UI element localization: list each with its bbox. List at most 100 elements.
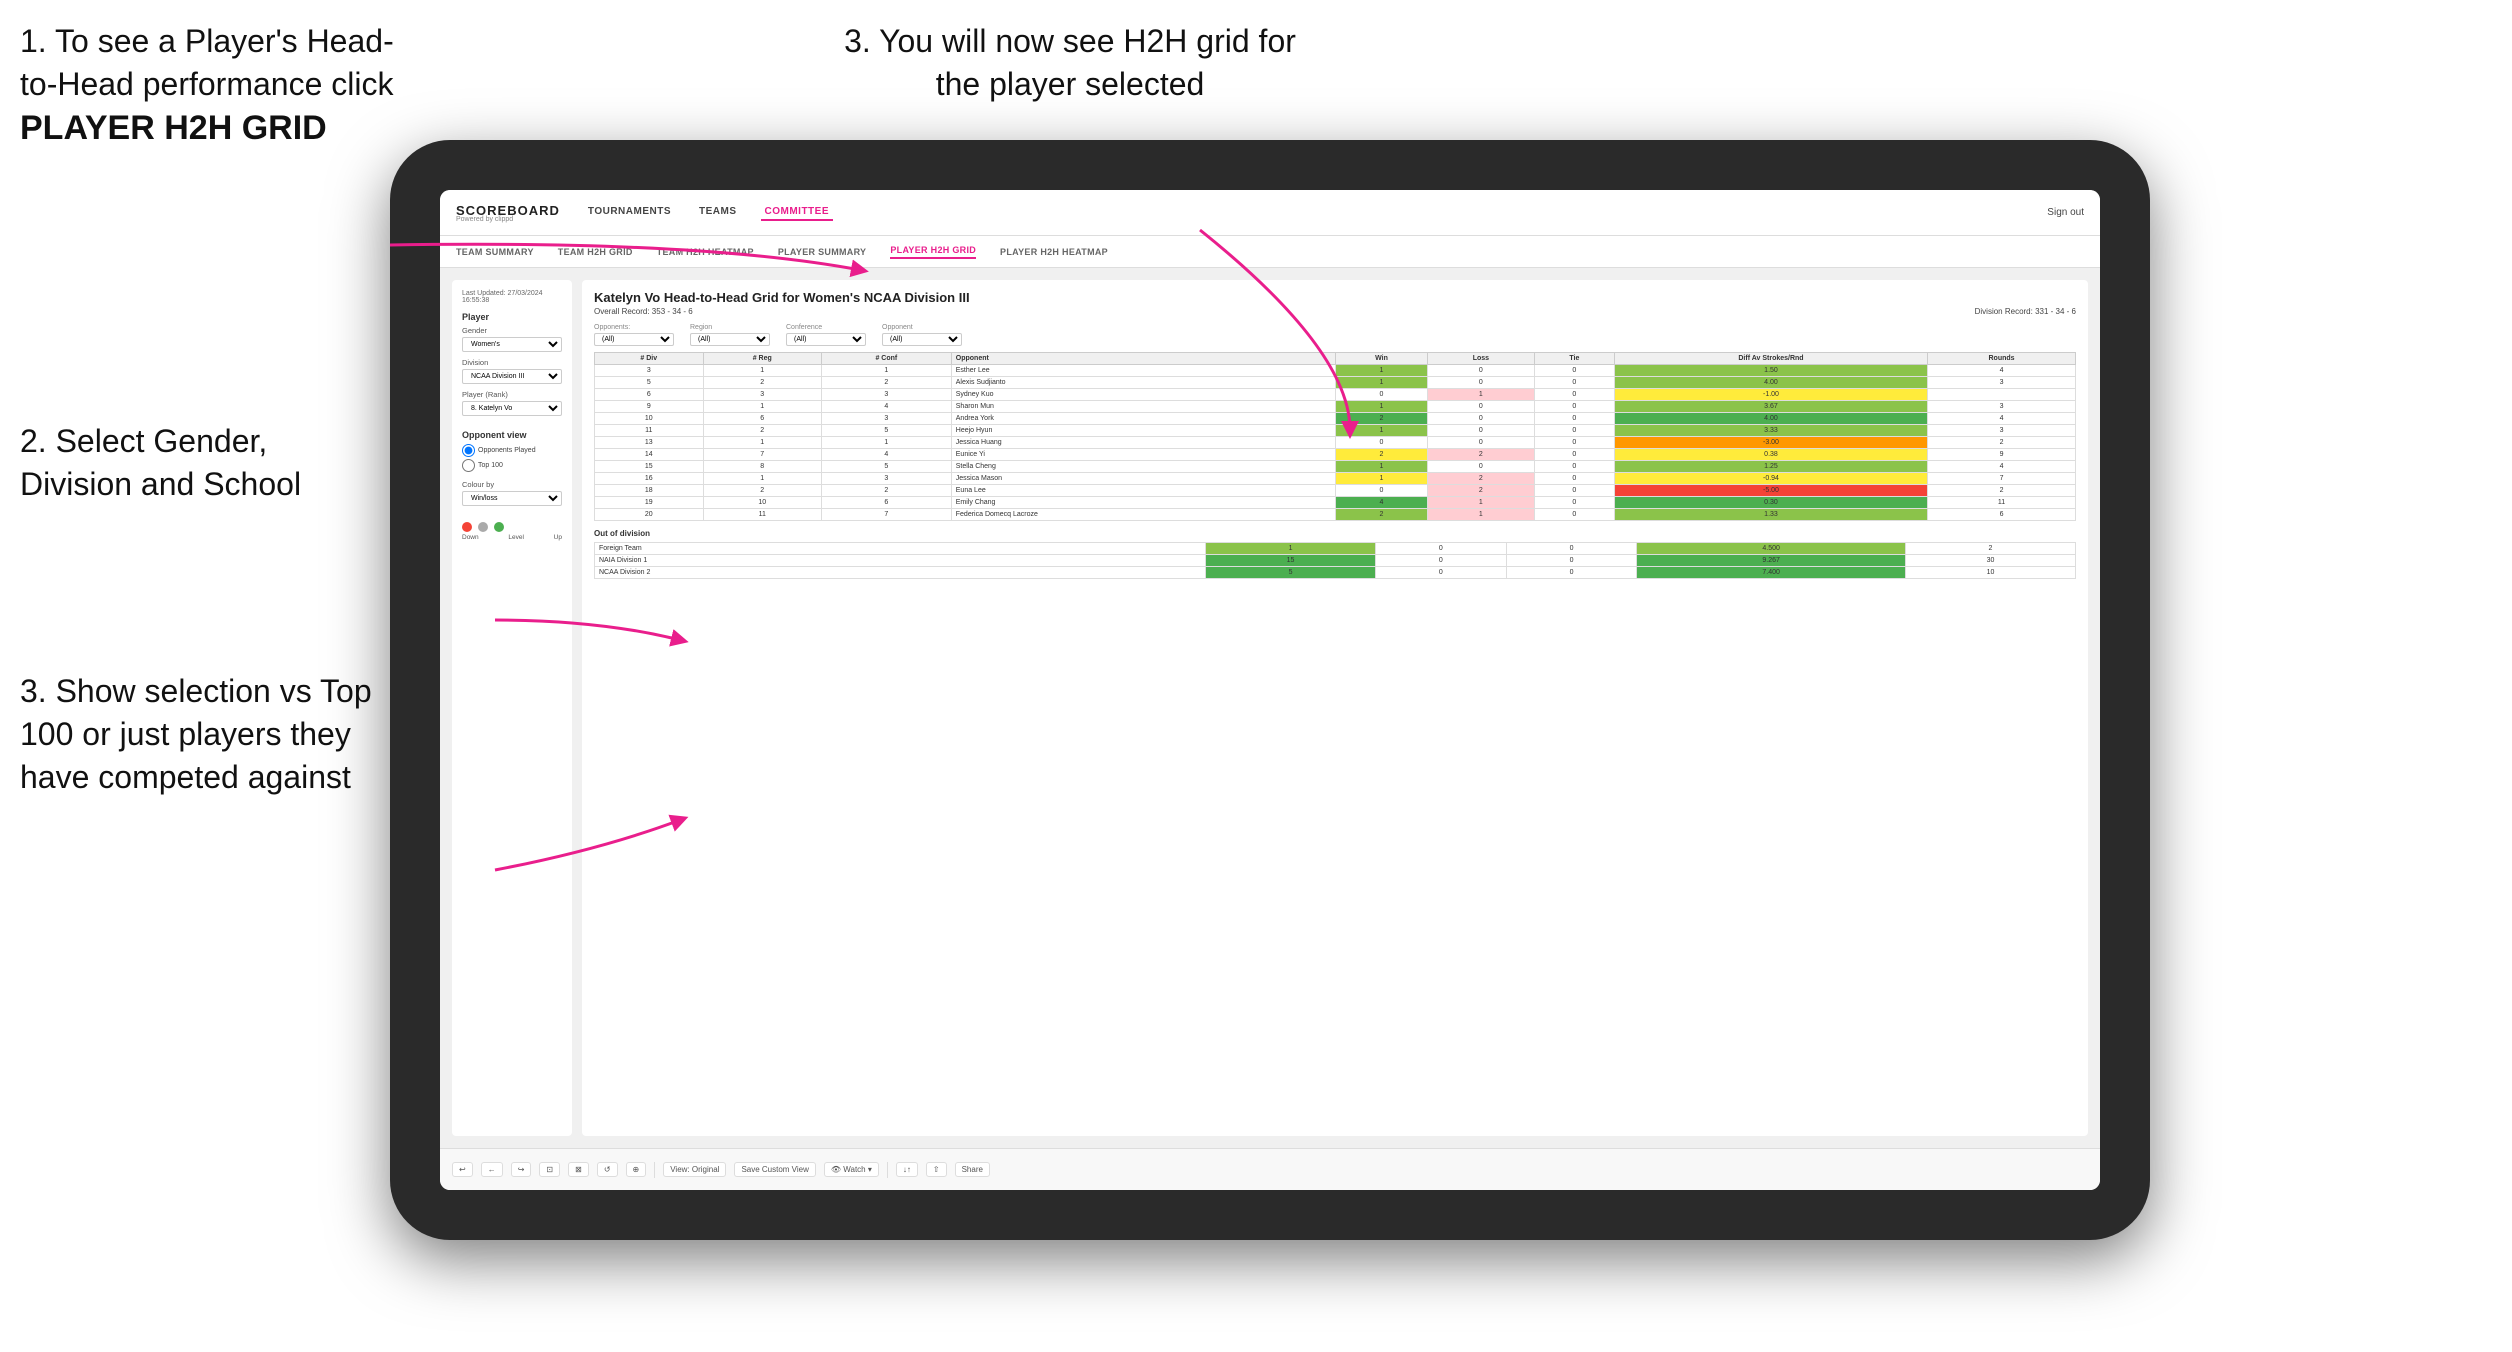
nav-items: TOURNAMENTS TEAMS COMMITTEE	[584, 204, 2047, 221]
table-row: 13	[595, 437, 704, 449]
tablet-screen: SCOREBOARD Powered by clippd TOURNAMENTS…	[440, 190, 2100, 1190]
filter-opponents-label: Opponents:	[594, 324, 674, 331]
left-sidebar: Last Updated: 27/03/2024 16:55:38 Player…	[452, 280, 572, 1136]
sidebar-gender-select[interactable]: Women's	[462, 337, 562, 352]
filter-opponent-label: Opponent	[882, 324, 962, 331]
col-conf: # Conf	[821, 353, 951, 365]
nav-teams[interactable]: TEAMS	[695, 204, 741, 221]
instruction-top-left: 1. To see a Player's Head-to-Head perfor…	[20, 20, 400, 152]
col-diff: Diff Av Strokes/Rnd	[1614, 353, 1927, 365]
toolbar-share[interactable]: Share	[955, 1162, 990, 1177]
overall-record: Overall Record: 353 - 34 - 6	[594, 307, 693, 316]
main-content: Last Updated: 27/03/2024 16:55:38 Player…	[440, 268, 2100, 1148]
table-row: 11	[595, 425, 704, 437]
toolbar-upload[interactable]: ⇧	[926, 1162, 947, 1177]
legend-dot-up	[494, 522, 504, 532]
sidebar-player-rank-label: Player (Rank)	[462, 390, 562, 399]
col-rounds: Rounds	[1928, 353, 2076, 365]
out-of-division-header: Out of division	[594, 529, 2076, 538]
top-nav: SCOREBOARD Powered by clippd TOURNAMENTS…	[440, 190, 2100, 236]
col-div: # Div	[595, 353, 704, 365]
sidebar-gender-label: Gender	[462, 326, 562, 335]
table-row: 18	[595, 485, 704, 497]
sidebar-timestamp: Last Updated: 27/03/2024 16:55:38	[462, 290, 562, 304]
nav-tournaments[interactable]: TOURNAMENTS	[584, 204, 675, 221]
toolbar-undo[interactable]: ↩	[452, 1162, 473, 1177]
tablet-frame: SCOREBOARD Powered by clippd TOURNAMENTS…	[390, 140, 2150, 1240]
table-row: 10	[595, 413, 704, 425]
toolbar-sort[interactable]: ↓↑	[896, 1162, 918, 1177]
table-row: 9	[595, 401, 704, 413]
legend-labels: Down Level Up	[462, 534, 562, 541]
toolbar-add[interactable]: ⊕	[626, 1162, 647, 1177]
h2h-table: # Div # Reg # Conf Opponent Win Loss Tie…	[594, 352, 2076, 521]
col-loss: Loss	[1427, 353, 1534, 365]
table-row: 5	[595, 377, 704, 389]
filter-conference-label: Conference	[786, 324, 866, 331]
filter-opponent-select[interactable]: (All)	[882, 333, 962, 346]
sec-nav-player-h2h-grid[interactable]: PLAYER H2H GRID	[890, 245, 976, 259]
instruction-mid-left: 2. Select Gender, Division and School	[20, 420, 380, 506]
sidebar-opponent-view-title: Opponent view	[462, 430, 562, 440]
sidebar-radio-top100[interactable]: Top 100	[462, 459, 562, 472]
sidebar-radio-opponents[interactable]: Opponents Played	[462, 444, 562, 457]
sidebar-player-title: Player	[462, 312, 562, 322]
instruction-bot-left: 3. Show selection vs Top 100 or just pla…	[20, 670, 380, 800]
sidebar-colour-select[interactable]: Win/loss	[462, 491, 562, 506]
col-win: Win	[1336, 353, 1428, 365]
filter-conference-select[interactable]: (All)	[786, 333, 866, 346]
col-opponent: Opponent	[951, 353, 1335, 365]
legend-dot-level	[478, 522, 488, 532]
records-row: Overall Record: 353 - 34 - 6 Division Re…	[594, 307, 2076, 316]
table-row: 15	[595, 461, 704, 473]
toolbar-save-custom[interactable]: Save Custom View	[734, 1162, 815, 1177]
nav-committee[interactable]: COMMITTEE	[761, 204, 834, 221]
filter-opponents: Opponents: (All)	[594, 324, 674, 346]
filter-row: Opponents: (All) Region (All) Conference…	[594, 324, 2076, 346]
out-of-division-table: Foreign Team 1 0 0 4.500 2 NAIA Division…	[594, 542, 2076, 579]
division-record: Division Record: 331 - 34 - 6	[1975, 307, 2076, 316]
col-reg: # Reg	[703, 353, 821, 365]
grid-title: Katelyn Vo Head-to-Head Grid for Women's…	[594, 290, 2076, 305]
toolbar-separator-1	[654, 1162, 655, 1178]
instruction-top-right: 3. You will now see H2H grid for the pla…	[820, 20, 1320, 106]
bottom-toolbar: ↩ ← ↪ ⊡ ⊠ ↺ ⊕ View: Original Save Custom…	[440, 1148, 2100, 1190]
right-content: Katelyn Vo Head-to-Head Grid for Women's…	[582, 280, 2088, 1136]
toolbar-grid[interactable]: ⊡	[539, 1162, 560, 1177]
sidebar-player-rank-select[interactable]: 8. Katelyn Vo	[462, 401, 562, 416]
filter-region: Region (All)	[690, 324, 770, 346]
filter-region-select[interactable]: (All)	[690, 333, 770, 346]
toolbar-view-original[interactable]: View: Original	[663, 1162, 726, 1177]
toolbar-filter[interactable]: ⊠	[568, 1162, 589, 1177]
colour-legend	[462, 522, 562, 532]
table-row: 19	[595, 497, 704, 509]
sec-nav-team-h2h-heatmap[interactable]: TEAM H2H HEATMAP	[657, 247, 754, 257]
sec-nav-team-h2h-grid[interactable]: TEAM H2H GRID	[558, 247, 633, 257]
table-row: 16	[595, 473, 704, 485]
filter-region-label: Region	[690, 324, 770, 331]
toolbar-redo[interactable]: ↪	[511, 1162, 532, 1177]
table-row: 6	[595, 389, 704, 401]
filter-opponent: Opponent (All)	[882, 324, 962, 346]
sidebar-division-label: Division	[462, 358, 562, 367]
sec-nav-player-summary[interactable]: PLAYER SUMMARY	[778, 247, 867, 257]
table-row: 3	[595, 365, 704, 377]
secondary-nav: TEAM SUMMARY TEAM H2H GRID TEAM H2H HEAT…	[440, 236, 2100, 268]
sec-nav-player-h2h-heatmap[interactable]: PLAYER H2H HEATMAP	[1000, 247, 1108, 257]
sidebar-division-select[interactable]: NCAA Division III	[462, 369, 562, 384]
toolbar-back[interactable]: ←	[481, 1162, 503, 1177]
sidebar-colour-label: Colour by	[462, 480, 562, 489]
logo-area: SCOREBOARD Powered by clippd	[456, 203, 560, 223]
nav-right: Sign out	[2047, 207, 2084, 218]
toolbar-separator-2	[887, 1162, 888, 1178]
sec-nav-team-summary[interactable]: TEAM SUMMARY	[456, 247, 534, 257]
table-row: 20	[595, 509, 704, 521]
table-row: 14	[595, 449, 704, 461]
sidebar-radio-group: Opponents Played Top 100	[462, 444, 562, 472]
filter-conference: Conference (All)	[786, 324, 866, 346]
toolbar-refresh[interactable]: ↺	[597, 1162, 618, 1177]
filter-opponents-select[interactable]: (All)	[594, 333, 674, 346]
toolbar-watch[interactable]: 👁 Watch ▾	[824, 1162, 879, 1177]
sign-out-link[interactable]: Sign out	[2047, 207, 2084, 218]
legend-dot-down	[462, 522, 472, 532]
